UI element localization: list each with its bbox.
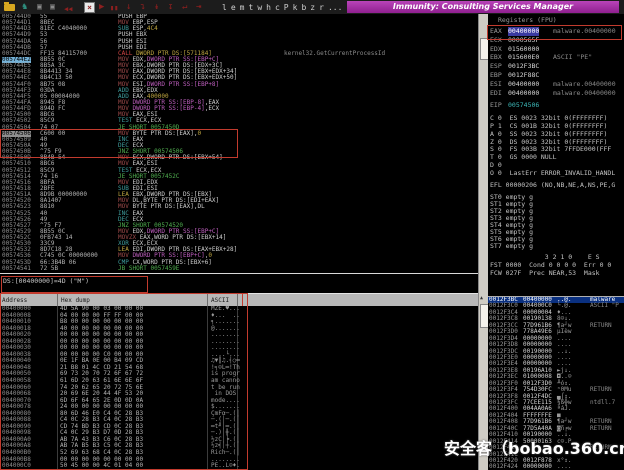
window-title[interactable]: Immunity: Consulting Services Manager <box>347 1 619 13</box>
toolbar-letter-button[interactable]: r <box>319 3 324 12</box>
register-label: ESI <box>490 80 502 89</box>
window-icon-2[interactable]: ▣ <box>50 1 55 13</box>
register-value: 00574506 <box>508 101 539 110</box>
register-label: ESP <box>490 62 502 71</box>
disasm-instruction: JB SHORT 0057459E <box>118 266 179 272</box>
efl-line: EFL 00000206 (NO,NB,NE,A,NS,PE,G <box>488 182 624 190</box>
register-row[interactable]: EDX 01560000 <box>488 45 624 54</box>
register-label: EBP <box>490 71 502 80</box>
vertical-scrollbar[interactable]: ▲ <box>478 14 488 470</box>
registers-pane[interactable]: Registers (FPU) EAX 00400000 malware.00400… <box>488 14 624 296</box>
step-into-icon[interactable]: ↓ <box>126 1 131 13</box>
dump-header-address: Address <box>2 297 27 304</box>
info-pane: DS:[00400000]=4D ("M") <box>0 273 478 294</box>
disasm-row[interactable]: 00574541 72 5B JB SHORT 0057459E <box>0 266 478 272</box>
register-comment: malware.00400000 <box>553 89 616 98</box>
toolbar-letter-button[interactable]: m <box>240 3 245 12</box>
fpu-control-line: FCW 027F Prec NEAR,53 Mask <box>488 269 624 277</box>
disasm-bytes: 72 5B <box>40 266 58 272</box>
toolbar-letter-button[interactable]: l <box>222 3 227 12</box>
toolbar: ♞ ▣ ▣ ◀◀ × ▶ ▮▮ ↓ ↴ ↡ ↧ ↵ ⇥ lemtwhcPkbzr… <box>0 0 624 14</box>
toolbar-letter-button[interactable]: h <box>266 3 271 12</box>
toolbar-letter-button[interactable]: c <box>275 3 280 12</box>
flag-line: O 0 LastErr ERROR_INVALID_HANDL <box>488 170 624 178</box>
dump-header-hex: Hex dump <box>61 297 90 304</box>
register-row[interactable]: ECX 0000565F <box>488 36 624 45</box>
pause-icon[interactable]: ▮▮ <box>110 2 118 14</box>
fpu-st-block: ST0 empty gST1 empty gST2 empty gST3 emp… <box>488 194 624 250</box>
fpu-st-line: ST7 empty g <box>488 243 624 250</box>
toolbar-letter-button[interactable]: z <box>310 3 315 12</box>
toolbar-letter-button[interactable]: b <box>301 3 306 12</box>
toolbar-letter-button[interactable]: k <box>293 3 298 12</box>
attach-process-icon[interactable]: ♞ <box>22 1 27 13</box>
register-label: EBX <box>490 53 502 62</box>
dump-header: Address Hex dump ASCII <box>0 293 478 307</box>
fpu-control-block: 3 2 1 0 E SFST 0000 Cond 0 0 0 0 Err 0 0… <box>488 253 624 277</box>
disassembly-pane[interactable]: 005744D055PUSH EBP005744D18BECMOV EBP,ES… <box>0 14 478 273</box>
register-value: 00400000 <box>508 89 539 98</box>
register-value: 01560000 <box>508 45 539 54</box>
stack-ascii: .... <box>557 464 571 470</box>
run-icon[interactable]: ▶ <box>99 1 104 13</box>
register-row-eip[interactable]: EIP 00574506 <box>488 101 624 110</box>
stack-value: 00000000 <box>523 464 552 470</box>
register-row[interactable]: EDI 00400000 malware.00400000 <box>488 89 624 98</box>
register-label: ECX <box>490 36 502 45</box>
toolbar-letter-button[interactable]: P <box>284 3 289 12</box>
close-icon[interactable]: × <box>84 2 95 13</box>
register-row[interactable]: ESI 00400000 malware.00400000 <box>488 80 624 89</box>
stack-row[interactable]: 0012F424 00000000.... <box>488 464 624 470</box>
register-value: 0000565F <box>508 36 539 45</box>
toolbar-letter-button[interactable]: w <box>257 3 262 12</box>
register-rows: EAX00400000malware.00400000ECX0000565FED… <box>488 27 624 97</box>
dump-hex: 50 45 00 00 4C 01 04 00 <box>60 463 143 470</box>
stack-address: 0012F424 <box>489 464 518 470</box>
toolbar-letter-button[interactable]: ... <box>328 3 342 12</box>
register-value: 00400000 <box>508 27 539 36</box>
register-value: 0012F88C <box>508 71 539 80</box>
register-label: EIP <box>490 101 502 110</box>
immunity-debugger-window: ♞ ▣ ▣ ◀◀ × ▶ ▮▮ ↓ ↴ ↡ ↧ ↵ ⇥ lemtwhcPkbzr… <box>0 0 624 470</box>
register-row[interactable]: EBX 015600E0 ASCII "PE" <box>488 53 624 62</box>
register-comment: ASCII "PE" <box>553 53 592 62</box>
goto-icon[interactable]: ⇥ <box>196 1 201 13</box>
dump-address: 004000C0 <box>2 463 31 470</box>
register-value: 00400000 <box>508 80 539 89</box>
dump-ascii: PE..L☺♦. <box>211 463 240 470</box>
toolbar-letter-button[interactable]: t <box>248 3 253 12</box>
fpu-control-line: FST 0000 Cond 0 0 0 0 Err 0 0 <box>488 261 624 269</box>
register-label: EAX <box>490 27 502 36</box>
scroll-up-icon[interactable]: ▲ <box>480 295 483 301</box>
fpu-control-line: 3 2 1 0 E S <box>488 253 624 261</box>
register-value: 0012F3BC <box>508 62 539 71</box>
info-line: DS:[00400000]=4D ("M") <box>3 277 89 285</box>
register-label: EDI <box>490 89 502 98</box>
registers-title: Registers (FPU) <box>488 14 624 27</box>
disasm-address: 00574541 <box>2 266 31 272</box>
register-comment: malware.00400000 <box>553 27 616 36</box>
register-comment: malware.00400000 <box>553 80 616 89</box>
annotation-line <box>242 293 243 306</box>
dump-header-ascii: ASCII <box>211 297 229 304</box>
return-icon[interactable]: ↵ <box>182 1 187 13</box>
watermark: 安全客（bobao.360.cn） <box>444 435 624 459</box>
dump-row[interactable]: 004000C0 50 45 00 00 4C 01 04 00 PE..L☺♦. <box>0 463 478 470</box>
register-label: EDX <box>490 45 502 54</box>
register-row[interactable]: ESP 0012F3BC <box>488 62 624 71</box>
hex-dump-pane[interactable]: 004000004D 5A 90 00 03 00 00 00MZÉ.♥...0… <box>0 306 478 470</box>
open-folder-icon[interactable] <box>4 4 15 11</box>
trace-into-icon[interactable]: ↡ <box>154 1 159 13</box>
window-icon[interactable]: ▣ <box>37 1 42 13</box>
trace-over-icon[interactable]: ↧ <box>168 1 173 13</box>
register-value: 015600E0 <box>508 53 539 62</box>
register-row[interactable]: EBP 0012F88C <box>488 71 624 80</box>
step-over-icon[interactable]: ↴ <box>140 1 145 13</box>
flags-block: C 0 ES 0023 32bit 0(FFFFFFFF)P 1 CS 001B… <box>488 115 624 177</box>
toolbar-letter-button[interactable]: e <box>231 3 236 12</box>
flag-line: T 0 GS 0000 NULL <box>488 154 624 162</box>
toolbar-letter-buttons: lemtwhcPkbzr...s? <box>222 0 360 14</box>
register-row[interactable]: EAX 00400000 malware.00400000 <box>488 27 624 36</box>
